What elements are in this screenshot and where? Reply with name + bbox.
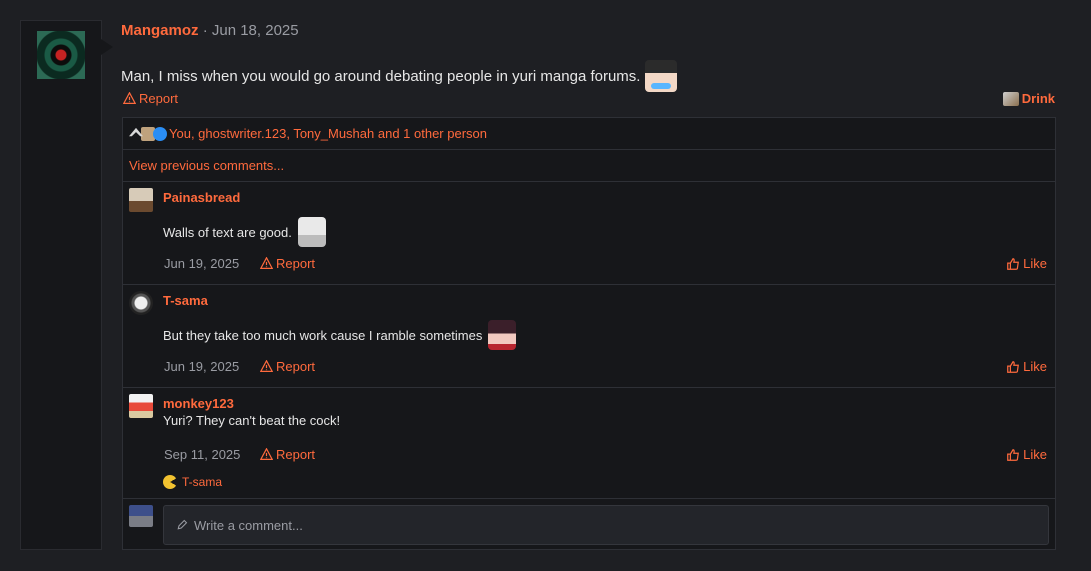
- post-report-label: Report: [139, 91, 179, 106]
- comment-item: T-sama But they take too much work cause…: [123, 285, 1055, 388]
- comment-date[interactable]: Sep 11, 2025: [164, 447, 240, 462]
- comment-date[interactable]: Jun 19, 2025: [164, 256, 239, 271]
- separator: ·: [202, 22, 208, 39]
- comment-body: Yuri? They can't beat the cock!: [163, 413, 340, 428]
- comment-report-link[interactable]: Report: [260, 447, 315, 462]
- like-label: Like: [1023, 256, 1047, 271]
- post-user-column: [20, 20, 113, 550]
- comment-author[interactable]: T-sama: [163, 293, 208, 308]
- post-author[interactable]: Mangamoz: [121, 22, 199, 39]
- drink-reaction-button[interactable]: Drink: [1002, 91, 1055, 106]
- comment-date[interactable]: Jun 19, 2025: [164, 359, 239, 374]
- reply-row: Write a comment...: [123, 499, 1055, 549]
- reactions-bar[interactable]: You, ghostwriter.123, Tony_Mushah and 1 …: [123, 118, 1055, 150]
- reaction-user[interactable]: T-sama: [182, 475, 222, 489]
- thumbs-up-icon: [1007, 360, 1020, 373]
- comment-body: Walls of text are good.: [163, 217, 326, 247]
- comment-input[interactable]: Write a comment...: [163, 505, 1049, 545]
- avatar[interactable]: [129, 291, 153, 315]
- warning-icon: [123, 92, 136, 104]
- avatar[interactable]: [129, 188, 153, 212]
- comment-author[interactable]: Painasbread: [163, 190, 240, 205]
- anime-girl-emote-icon: [488, 320, 517, 350]
- like-label: Like: [1023, 359, 1047, 374]
- warning-icon: [260, 257, 273, 269]
- comment-text: Walls of text are good.: [163, 224, 292, 240]
- like-reaction-icon: [153, 126, 167, 141]
- comment-reactions[interactable]: T-sama: [163, 475, 222, 489]
- avatar[interactable]: [129, 394, 153, 418]
- author-avatar[interactable]: [37, 31, 85, 79]
- reaction-icons: [129, 126, 167, 141]
- comment-author[interactable]: monkey123: [163, 396, 234, 411]
- avatar: [129, 505, 153, 527]
- comments-section: You, ghostwriter.123, Tony_Mushah and 1 …: [122, 117, 1056, 550]
- comment-report-link[interactable]: Report: [260, 359, 315, 374]
- white-hair-emote-icon: [297, 217, 326, 247]
- comment-text: But they take too much work cause I ramb…: [163, 327, 483, 343]
- post-text: Man, I miss when you would go around deb…: [121, 67, 641, 85]
- comment-input-placeholder: Write a comment...: [194, 517, 303, 533]
- like-button[interactable]: Like: [1006, 256, 1047, 271]
- post-header: Mangamoz · Jun 18, 2025: [121, 22, 299, 39]
- comment-item: monkey123 Yuri? They can't beat the cock…: [123, 388, 1055, 499]
- report-label: Report: [276, 447, 316, 462]
- like-button[interactable]: Like: [1006, 359, 1047, 374]
- warning-icon: [260, 360, 273, 372]
- like-label: Like: [1023, 447, 1047, 462]
- post-body: Man, I miss when you would go around deb…: [121, 60, 678, 92]
- pacman-reaction-icon: [163, 475, 177, 489]
- post-report-link[interactable]: Report: [123, 91, 178, 106]
- view-previous-comments-link[interactable]: View previous comments...: [123, 150, 1055, 182]
- report-label: Report: [276, 359, 316, 374]
- thumbs-up-icon: [1007, 448, 1020, 461]
- thumbs-up-icon: [1007, 257, 1020, 270]
- reactions-summary[interactable]: You, ghostwriter.123, Tony_Mushah and 1 …: [169, 126, 487, 141]
- comment-report-link[interactable]: Report: [260, 256, 315, 271]
- warning-icon: [260, 448, 273, 460]
- report-label: Report: [276, 256, 316, 271]
- comment-text: Yuri? They can't beat the cock!: [163, 413, 341, 428]
- comment-body: But they take too much work cause I ramb…: [163, 320, 517, 350]
- like-button[interactable]: Like: [1006, 447, 1047, 462]
- comment-item: Painasbread Walls of text are good. Jun …: [123, 182, 1055, 285]
- post-date[interactable]: Jun 18, 2025: [212, 22, 299, 39]
- crying-emote-icon: [645, 60, 678, 92]
- drink-icon: [1002, 91, 1019, 106]
- pencil-icon: [177, 519, 188, 530]
- drink-label: Drink: [1021, 91, 1055, 106]
